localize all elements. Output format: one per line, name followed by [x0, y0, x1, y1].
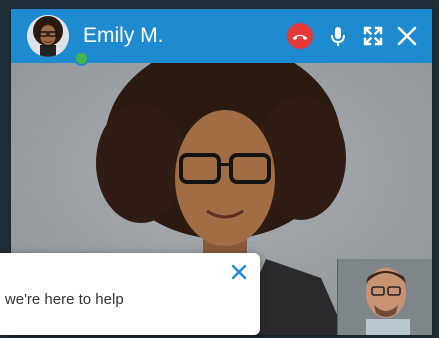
- close-call-button[interactable]: [393, 22, 421, 50]
- chat-close-button[interactable]: [230, 263, 248, 281]
- close-icon: [231, 264, 247, 280]
- local-participant-video: [338, 259, 432, 335]
- chat-popup: y, we're here to help!: [0, 253, 260, 335]
- mute-button[interactable]: [324, 22, 352, 50]
- call-titlebar: Emily M.: [11, 9, 432, 66]
- phone-hangup-icon: [287, 23, 313, 49]
- microphone-icon: [331, 27, 345, 46]
- hangup-button[interactable]: [286, 22, 314, 50]
- chat-message: y, we're here to help!: [0, 291, 124, 308]
- self-view-video[interactable]: [337, 259, 432, 335]
- presence-indicator: [74, 51, 89, 66]
- fullscreen-button[interactable]: [359, 22, 387, 50]
- fullscreen-icon: [363, 26, 383, 46]
- caller-avatar[interactable]: [27, 15, 89, 66]
- close-icon: [397, 26, 417, 46]
- caller-name: Emily M.: [83, 24, 164, 47]
